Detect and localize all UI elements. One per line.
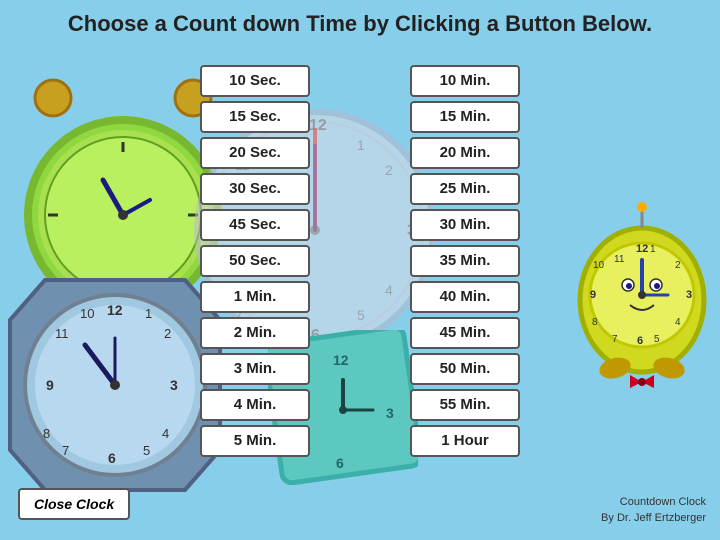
left-btn-8[interactable]: 3 Min. bbox=[200, 353, 310, 385]
page-title: Choose a Count down Time by Clicking a B… bbox=[0, 0, 720, 45]
left-column: 10 Sec. 15 Sec. 20 Sec. 30 Sec. 45 Sec. 50 Se… bbox=[200, 65, 310, 457]
right-btn-6[interactable]: 40 Min. bbox=[410, 281, 520, 313]
right-btn-1[interactable]: 15 Min. bbox=[410, 101, 520, 133]
buttons-area: 10 Sec. 15 Sec. 20 Sec. 30 Sec. 45 Sec. 50 Se… bbox=[0, 65, 720, 457]
left-btn-9[interactable]: 4 Min. bbox=[200, 389, 310, 421]
attribution: Countdown Clock By Dr. Jeff Ertzberger bbox=[601, 495, 706, 526]
right-btn-4[interactable]: 30 Min. bbox=[410, 209, 520, 241]
left-btn-3[interactable]: 30 Sec. bbox=[200, 173, 310, 205]
attribution-line1: Countdown Clock bbox=[620, 496, 706, 508]
left-btn-0[interactable]: 10 Sec. bbox=[200, 65, 310, 97]
right-btn-10[interactable]: 1 Hour bbox=[410, 425, 520, 457]
left-btn-4[interactable]: 45 Sec. bbox=[200, 209, 310, 241]
right-btn-8[interactable]: 50 Min. bbox=[410, 353, 520, 385]
left-btn-5[interactable]: 50 Sec. bbox=[200, 245, 310, 277]
right-btn-7[interactable]: 45 Min. bbox=[410, 317, 520, 349]
right-btn-9[interactable]: 55 Min. bbox=[410, 389, 520, 421]
right-column: 10 Min. 15 Min. 20 Min. 25 Min. 30 Min. 35 Mi… bbox=[410, 65, 520, 457]
right-btn-5[interactable]: 35 Min. bbox=[410, 245, 520, 277]
right-btn-2[interactable]: 20 Min. bbox=[410, 137, 520, 169]
right-btn-0[interactable]: 10 Min. bbox=[410, 65, 520, 97]
left-btn-7[interactable]: 2 Min. bbox=[200, 317, 310, 349]
close-clock-button[interactable]: Close Clock bbox=[18, 488, 130, 520]
svg-text:6: 6 bbox=[336, 455, 344, 471]
right-btn-3[interactable]: 25 Min. bbox=[410, 173, 520, 205]
attribution-line2: By Dr. Jeff Ertzberger bbox=[601, 512, 706, 524]
left-btn-10[interactable]: 5 Min. bbox=[200, 425, 310, 457]
left-btn-1[interactable]: 15 Sec. bbox=[200, 101, 310, 133]
left-btn-2[interactable]: 20 Sec. bbox=[200, 137, 310, 169]
left-btn-6[interactable]: 1 Min. bbox=[200, 281, 310, 313]
